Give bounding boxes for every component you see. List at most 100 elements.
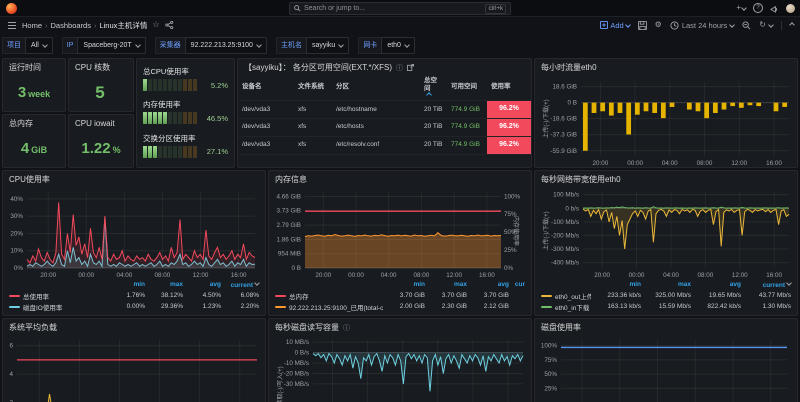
panel-title[interactable]: 【sayyiku】： 各分区可用空间(EXT.*/XFS) ⓘ (238, 59, 531, 74)
gauge-label: 总CPU使用率 (143, 67, 189, 77)
collapse-toolbar-icon[interactable] (789, 22, 795, 28)
gauge-value: 46.5% (206, 113, 228, 123)
grafana-logo-icon[interactable] (6, 2, 17, 14)
chart-hourly-traffic[interactable]: 20:00 00:00 04:00 08:00 12:00 16:00 18.6 GiB 0 … (544, 74, 795, 167)
panel-title[interactable]: CPU iowait (69, 115, 133, 130)
settings-gear-icon[interactable]: ⚙ (655, 21, 662, 29)
breadcrumb-dashboards[interactable]: Dashboards (51, 21, 91, 30)
refresh-button[interactable]: ↻ (759, 21, 774, 29)
column-header[interactable]: 可用空间 (447, 74, 487, 100)
help-icon[interactable]: ? (753, 3, 763, 13)
column-header[interactable]: 总空间 (420, 74, 447, 100)
table-cell-device: /dev/vda3 (242, 123, 271, 131)
time-range-picker[interactable]: Last 24 hours (670, 20, 736, 30)
series-name[interactable]: 总内存 (289, 291, 309, 301)
star-icon[interactable]: ☆ (152, 21, 159, 29)
svg-text:08:00: 08:00 (697, 160, 713, 167)
info-icon[interactable]: ⓘ (396, 63, 403, 73)
sort-asc-icon (426, 92, 432, 99)
legend-column-current[interactable]: current (221, 279, 260, 289)
legend-column-current[interactable]: current (741, 279, 792, 289)
panel-title[interactable]: 总内存 (3, 115, 65, 130)
variable-value-dropdown[interactable]: sayyiku (305, 36, 350, 54)
legend-value: 1.76% (126, 292, 145, 299)
svg-text:18.6 GiB: 18.6 GiB (552, 84, 577, 91)
svg-text:-55.9 GiB: -55.9 GiB (550, 148, 577, 155)
chart-memory-info[interactable]: 20:00 00:00 04:00 08:00 12:00 16:00 0 B 954 MiB… (271, 186, 521, 279)
panel-title[interactable]: 每小时流量eth0 (535, 59, 797, 74)
variable-value-dropdown[interactable]: 92.222.213.25:9100 (184, 36, 267, 54)
panel-title[interactable]: CPU 核数 (69, 59, 133, 74)
column-header[interactable]: 设备名 (238, 74, 294, 100)
column-header[interactable]: 分区 (332, 74, 420, 100)
zoom-out-icon[interactable] (742, 20, 751, 30)
new-button[interactable]: + (736, 4, 747, 12)
legend-column-max[interactable]: max (145, 281, 183, 288)
legend-column-min[interactable]: min (591, 281, 641, 288)
panel-title[interactable]: 磁盘使用率 (535, 319, 797, 334)
share-icon[interactable] (164, 21, 174, 29)
panel-cpu-iowait: CPU iowait 1.22% (68, 114, 134, 168)
legend-row: 磁盘IO使用率 0.00% 29.36% 1.23% 2.20% (9, 301, 259, 312)
variable-label: 项目 (2, 36, 25, 54)
legend-row: 92.222.213.25:9100_已用(total-cache-buf-fr… (275, 301, 525, 312)
news-icon[interactable] (770, 4, 779, 13)
panel-title[interactable]: CPU使用率 (3, 171, 265, 186)
panel-title[interactable]: 每秒网络带宽使用eth0 (535, 171, 797, 186)
variable-value-dropdown[interactable]: Spaceberg-20T (77, 36, 146, 54)
panel-title[interactable]: 系统平均负载 (3, 319, 265, 334)
svg-text:40%: 40% (10, 196, 23, 203)
legend-column-avg[interactable]: avg (183, 281, 221, 288)
chart-disk-io[interactable]: 20:0000:0004:0008:0012:0016:0010 MB/s0 B… (278, 334, 529, 402)
legend-column-cur[interactable]: cur (509, 281, 525, 288)
legend-column-avg[interactable]: avg (691, 281, 741, 288)
legend-value: 1.23% (202, 303, 221, 310)
panel-title[interactable]: 每秒磁盘读写容量 ⓘ (269, 319, 531, 334)
svg-text:25%: 25% (544, 385, 557, 392)
chart-system-load[interactable]: 20:0000:0004:0008:0012:0016:00246 (5, 334, 263, 402)
series-name[interactable]: 磁盘IO使用率 (23, 302, 62, 312)
search-input[interactable]: Search or jump to... ctrl+k (289, 2, 511, 15)
save-icon[interactable] (637, 20, 647, 30)
column-header[interactable]: 文件系统 (294, 74, 332, 100)
legend-column-min[interactable]: min (107, 281, 145, 288)
chart-disk-usage[interactable]: 20:0000:0004:0008:0012:0016:0025%50%75%1… (537, 334, 795, 402)
info-icon[interactable]: ⓘ (343, 323, 350, 333)
panel-cpu-cores: CPU 核数 5 (68, 58, 134, 112)
legend-column-max[interactable]: max (641, 281, 691, 288)
variable-value-dropdown[interactable]: All (25, 36, 53, 54)
external-link-icon[interactable] (407, 64, 415, 71)
chart-network-bandwidth[interactable]: 20:00 00:00 04:00 08:00 12:00 16:00 100 Mb/s 0 … (544, 186, 795, 279)
legend-column-avg[interactable]: avg (467, 281, 509, 288)
table-cell-avail: 774.9 GiB (451, 141, 480, 149)
series-name[interactable]: eth0_in下载 (555, 302, 589, 312)
svg-text:04:00: 04:00 (662, 160, 678, 167)
svg-text:0 B/s: 0 B/s (295, 350, 309, 357)
table-row: /dev/vda3 xfs/etc/hosts 20 TiB 774.9 GiB 96.… (238, 119, 531, 137)
table-cell-used_pct: 96.2% (487, 119, 531, 136)
svg-text:04:00: 04:00 (116, 272, 132, 279)
panel-title[interactable]: 运行时间 (3, 59, 65, 74)
panel-title[interactable]: 内存信息 (269, 171, 531, 186)
network-legend: min max avg current eth0_out上传 233.36 kb/s 325… (535, 279, 797, 315)
series-name[interactable]: 总使用率 (23, 291, 49, 301)
gauge-label: 交换分区使用率 (143, 133, 196, 143)
time-range-label: Last 24 hours (681, 20, 728, 30)
table-row: /dev/vda3 xfs/etc/resolv.conf 20 TiB 774.9 … (238, 136, 531, 155)
series-name[interactable]: 92.222.213.25:9100_已用(total-cache-buf-fr… (289, 302, 383, 312)
legend-column-max[interactable]: max (425, 281, 467, 288)
variable-value-dropdown[interactable]: eth0 (381, 36, 415, 54)
series-name[interactable]: eth0_out上传 (555, 291, 591, 301)
legend-column-min[interactable]: min (383, 281, 425, 288)
add-button[interactable]: Add (600, 21, 631, 30)
user-avatar[interactable] (786, 3, 795, 13)
gauge-value: 5.2% (210, 80, 228, 90)
svg-text:20:00: 20:00 (594, 272, 610, 279)
memory-legend: min max avg cur 总内存 3.70 GiB 3.70 GiB 3.70 GiB 9… (269, 279, 531, 315)
table-header-row: 设备名 文件系统 分区 总空间 可用空间 使用率 (238, 74, 531, 102)
menu-icon[interactable] (8, 24, 16, 26)
chart-cpu-usage[interactable]: 20:00 00:00 04:00 08:00 12:00 16:00 0% 10% 20% 30… (5, 186, 263, 279)
breadcrumb-home[interactable]: Home (22, 21, 42, 30)
column-header[interactable]: 使用率 (487, 74, 531, 100)
stat-value: 3 week (17, 84, 51, 101)
